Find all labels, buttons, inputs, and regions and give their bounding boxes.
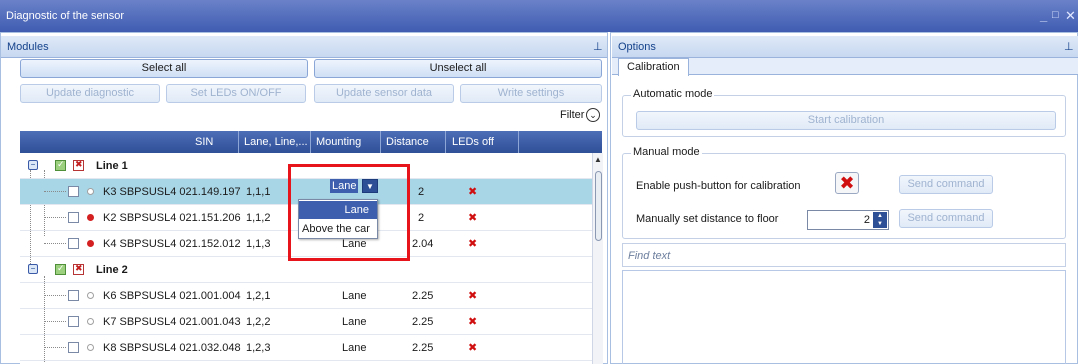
cell-sin: K6 SBPSUSL4 021.001.004 bbox=[103, 290, 241, 302]
table-row[interactable]: K8 SBPSUSL4 021.032.048 1,2,3 Lane 2.25 … bbox=[20, 335, 592, 361]
cell-sin: K7 SBPSUSL4 021.001.043 bbox=[103, 316, 241, 328]
red-x-icon[interactable]: ✖ bbox=[468, 341, 477, 354]
minimize-button[interactable]: _ bbox=[1040, 8, 1047, 23]
row-checkbox[interactable] bbox=[68, 342, 79, 353]
status-dot bbox=[87, 188, 94, 195]
enable-pushbutton-label: Enable push-button for calibration bbox=[636, 180, 801, 192]
table-row[interactable]: K6 SBPSUSL4 021.001.004 1,2,1 Lane 2.25 … bbox=[20, 283, 592, 309]
status-dot bbox=[87, 318, 94, 325]
pin-icon[interactable]: ⊥ bbox=[593, 40, 603, 53]
modules-grid-header: SIN Lane, Line,... Mounting Distance LED… bbox=[20, 131, 602, 153]
group-disable-checkbox[interactable] bbox=[73, 159, 84, 171]
red-x-icon[interactable]: ✖ bbox=[468, 185, 477, 198]
scroll-thumb[interactable] bbox=[595, 171, 602, 241]
pin-icon[interactable]: ⊥ bbox=[1064, 40, 1074, 53]
cell-lane: 1,2,2 bbox=[246, 316, 271, 328]
group-label: Line 1 bbox=[96, 160, 128, 172]
red-x-toggle-icon[interactable]: ✖ bbox=[835, 172, 859, 194]
write-settings-button[interactable]: Write settings bbox=[460, 84, 602, 103]
cell-lane: 1,1,2 bbox=[246, 212, 271, 224]
red-x-icon[interactable]: ✖ bbox=[468, 211, 477, 224]
select-all-button[interactable]: Select all bbox=[20, 59, 308, 78]
maximize-button[interactable]: □ bbox=[1052, 9, 1059, 21]
modules-panel-header: Modules ⊥ bbox=[1, 36, 607, 58]
find-text-placeholder: Find text bbox=[628, 250, 671, 262]
row-checkbox[interactable] bbox=[68, 316, 79, 327]
row-checkbox[interactable] bbox=[68, 186, 79, 197]
column-distance[interactable]: Distance bbox=[386, 136, 429, 148]
row-checkbox[interactable] bbox=[68, 290, 79, 301]
cell-lane: 1,2,3 bbox=[246, 342, 271, 354]
status-dot bbox=[87, 292, 94, 299]
find-text-input[interactable]: Find text bbox=[622, 243, 1066, 267]
red-x-icon[interactable]: ✖ bbox=[468, 289, 477, 302]
chevron-down-circle-icon[interactable]: ⌄ bbox=[586, 108, 600, 122]
column-mounting[interactable]: Mounting bbox=[316, 136, 361, 148]
group-enable-checkbox[interactable] bbox=[55, 159, 66, 171]
table-row[interactable]: K7 SBPSUSL4 021.001.043 1,2,2 Lane 2.25 … bbox=[20, 309, 592, 335]
notes-textarea[interactable] bbox=[622, 270, 1066, 364]
options-title: Options bbox=[618, 41, 656, 53]
group-enable-checkbox[interactable] bbox=[55, 263, 66, 275]
row-checkbox[interactable] bbox=[68, 212, 79, 223]
update-sensor-data-button[interactable]: Update sensor data bbox=[314, 84, 454, 103]
options-panel-header: Options ⊥ bbox=[612, 36, 1078, 58]
red-x-icon[interactable]: ✖ bbox=[468, 237, 477, 250]
tree-collapse-icon[interactable]: − bbox=[28, 160, 38, 170]
cell-distance: 2.25 bbox=[412, 290, 434, 302]
status-dot bbox=[87, 240, 94, 247]
group-disable-checkbox[interactable] bbox=[73, 263, 84, 275]
status-dot bbox=[87, 214, 94, 221]
manual-mode-title: Manual mode bbox=[631, 146, 702, 158]
cell-sin: K2 SBPSUSL4 021.151.206 bbox=[103, 212, 241, 224]
send-command-button-1[interactable]: Send command bbox=[899, 175, 993, 194]
status-dot bbox=[87, 344, 94, 351]
unselect-all-button[interactable]: Unselect all bbox=[314, 59, 602, 78]
cell-lane: 1,2,1 bbox=[246, 290, 271, 302]
cell-sin: K4 SBPSUSL4 021.152.012 bbox=[103, 238, 241, 250]
scroll-up-icon[interactable]: ▲ bbox=[594, 155, 602, 164]
close-button[interactable]: ✕ bbox=[1065, 8, 1076, 24]
column-leds-off[interactable]: LEDs off bbox=[452, 136, 494, 148]
set-leds-button[interactable]: Set LEDs ON/OFF bbox=[166, 84, 306, 103]
automatic-mode-title: Automatic mode bbox=[631, 88, 715, 100]
cell-mounting[interactable]: Lane bbox=[342, 316, 366, 328]
red-x-icon[interactable]: ✖ bbox=[468, 315, 477, 328]
column-sin[interactable]: SIN bbox=[195, 136, 213, 148]
cell-sin: K8 SBPSUSL4 021.032.048 bbox=[103, 342, 241, 354]
highlight-box bbox=[288, 164, 410, 261]
tree-collapse-icon[interactable]: − bbox=[28, 264, 38, 274]
send-command-button-2[interactable]: Send command bbox=[899, 209, 993, 228]
cell-distance: 2.25 bbox=[412, 316, 434, 328]
cell-lane: 1,1,3 bbox=[246, 238, 271, 250]
spinner-arrows-icon[interactable]: ▲ ▼ bbox=[873, 212, 887, 228]
group-label: Line 2 bbox=[96, 264, 128, 276]
grid-scrollbar[interactable]: ▲ bbox=[592, 153, 603, 364]
modules-title: Modules bbox=[7, 41, 49, 53]
cell-distance: 2 bbox=[418, 186, 425, 198]
start-calibration-button[interactable]: Start calibration bbox=[636, 111, 1056, 130]
distance-value: 2 bbox=[863, 214, 870, 226]
tab-calibration[interactable]: Calibration bbox=[618, 58, 689, 76]
cell-distance: 2.25 bbox=[412, 342, 434, 354]
cell-sin: K3 SBPSUSL4 021.149.197 bbox=[103, 186, 241, 198]
cell-lane: 1,1,1 bbox=[246, 186, 271, 198]
distance-stepper[interactable]: 2 ▲ ▼ bbox=[807, 210, 889, 230]
cell-mounting[interactable]: Lane bbox=[342, 342, 366, 354]
update-diagnostic-button[interactable]: Update diagnostic bbox=[20, 84, 160, 103]
window-titlebar: Diagnostic of the sensor _ □ ✕ bbox=[0, 0, 1078, 32]
filter-label[interactable]: Filter bbox=[560, 109, 584, 121]
options-tabs: Calibration bbox=[612, 58, 1078, 76]
window-title: Diagnostic of the sensor bbox=[6, 10, 125, 22]
cell-distance: 2 bbox=[418, 212, 425, 224]
manual-distance-label: Manually set distance to floor bbox=[636, 213, 779, 225]
row-checkbox[interactable] bbox=[68, 238, 79, 249]
cell-distance: 2.04 bbox=[412, 238, 434, 250]
cell-mounting[interactable]: Lane bbox=[342, 290, 366, 302]
column-lane[interactable]: Lane, Line,... bbox=[244, 136, 308, 148]
